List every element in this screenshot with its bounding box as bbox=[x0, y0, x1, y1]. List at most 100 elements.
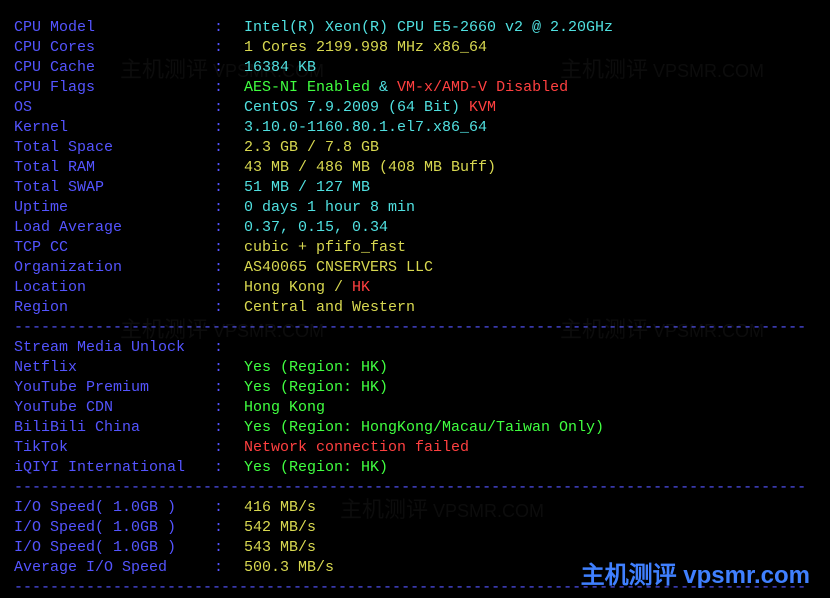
colon: : bbox=[214, 438, 244, 458]
colon: : bbox=[214, 158, 244, 178]
colon: : bbox=[214, 58, 244, 78]
info-key: TCP CC bbox=[14, 238, 214, 258]
info-row: Region: Central and Western bbox=[14, 298, 816, 318]
info-value: 0.37, 0.15, 0.34 bbox=[244, 219, 388, 236]
info-value: 500.3 MB/s bbox=[244, 559, 334, 576]
colon: : bbox=[214, 458, 244, 478]
info-value: 2.3 GB / 7.8 GB bbox=[244, 139, 379, 156]
info-value: cubic + pfifo_fast bbox=[244, 239, 406, 256]
info-row: BiliBili China: Yes (Region: HongKong/Ma… bbox=[14, 418, 816, 438]
info-key: Organization bbox=[14, 258, 214, 278]
info-row: TikTok: Network connection failed bbox=[14, 438, 816, 458]
info-row: CPU Flags: AES-NI Enabled & VM-x/AMD-V D… bbox=[14, 78, 816, 98]
info-value: Hong Kong / bbox=[244, 279, 352, 296]
info-key: Total Space bbox=[14, 138, 214, 158]
colon: : bbox=[214, 518, 244, 538]
info-key: CPU Cores bbox=[14, 38, 214, 58]
info-row: I/O Speed( 1.0GB ): 416 MB/s bbox=[14, 498, 816, 518]
info-key: Kernel bbox=[14, 118, 214, 138]
info-value: Yes (Region: HongKong/Macau/Taiwan Only) bbox=[244, 419, 604, 436]
info-row: Total RAM: 43 MB / 486 MB (408 MB Buff) bbox=[14, 158, 816, 178]
info-row: CPU Cache: 16384 KB bbox=[14, 58, 816, 78]
info-value: KVM bbox=[469, 99, 496, 116]
info-key: OS bbox=[14, 98, 214, 118]
info-key: YouTube Premium bbox=[14, 378, 214, 398]
info-row: TCP CC: cubic + pfifo_fast bbox=[14, 238, 816, 258]
section-header: Stream Media Unlock: bbox=[14, 338, 816, 358]
colon: : bbox=[214, 238, 244, 258]
info-value: 3.10.0-1160.80.1.el7.x86_64 bbox=[244, 119, 487, 136]
colon: : bbox=[214, 198, 244, 218]
colon: : bbox=[214, 378, 244, 398]
info-row: YouTube Premium: Yes (Region: HK) bbox=[14, 378, 816, 398]
colon: : bbox=[214, 118, 244, 138]
info-value: Yes (Region: HK) bbox=[244, 359, 388, 376]
info-key: I/O Speed( 1.0GB ) bbox=[14, 538, 214, 558]
info-key: Netflix bbox=[14, 358, 214, 378]
info-key: I/O Speed( 1.0GB ) bbox=[14, 518, 214, 538]
colon: : bbox=[214, 298, 244, 318]
colon: : bbox=[214, 218, 244, 238]
info-key: iQIYI International bbox=[14, 458, 214, 478]
info-key: Uptime bbox=[14, 198, 214, 218]
info-value: 16384 KB bbox=[244, 59, 316, 76]
info-row: CPU Model: Intel(R) Xeon(R) CPU E5-2660 … bbox=[14, 18, 816, 38]
info-row: Kernel: 3.10.0-1160.80.1.el7.x86_64 bbox=[14, 118, 816, 138]
info-key: Total RAM bbox=[14, 158, 214, 178]
site-logo: 主机测评 vpsmr.com bbox=[581, 566, 810, 586]
info-value: Yes (Region: HK) bbox=[244, 379, 388, 396]
separator-line: ----------------------------------------… bbox=[14, 318, 816, 338]
colon: : bbox=[214, 338, 244, 358]
info-row: OS: CentOS 7.9.2009 (64 Bit) KVM bbox=[14, 98, 816, 118]
info-value: 43 MB / 486 MB (408 MB Buff) bbox=[244, 159, 496, 176]
info-row: I/O Speed( 1.0GB ): 542 MB/s bbox=[14, 518, 816, 538]
colon: : bbox=[214, 98, 244, 118]
colon: : bbox=[214, 258, 244, 278]
info-key: CPU Cache bbox=[14, 58, 214, 78]
info-key: Region bbox=[14, 298, 214, 318]
info-value: 542 MB/s bbox=[244, 519, 316, 536]
info-value: Network connection failed bbox=[244, 439, 469, 456]
colon: : bbox=[214, 38, 244, 58]
info-value: 543 MB/s bbox=[244, 539, 316, 556]
colon: : bbox=[214, 498, 244, 518]
colon: : bbox=[214, 358, 244, 378]
info-key: Total SWAP bbox=[14, 178, 214, 198]
info-value: AS40065 CNSERVERS LLC bbox=[244, 259, 433, 276]
info-value: 51 MB / 127 MB bbox=[244, 179, 370, 196]
info-value: VM-x/AMD-V Disabled bbox=[397, 79, 568, 96]
info-row: Location: Hong Kong / HK bbox=[14, 278, 816, 298]
info-key: Average I/O Speed bbox=[14, 558, 214, 578]
info-value: 0 days 1 hour 8 min bbox=[244, 199, 415, 216]
info-key: Load Average bbox=[14, 218, 214, 238]
separator-line: ----------------------------------------… bbox=[14, 478, 816, 498]
info-row: Load Average: 0.37, 0.15, 0.34 bbox=[14, 218, 816, 238]
info-row: Total SWAP: 51 MB / 127 MB bbox=[14, 178, 816, 198]
info-value: Yes (Region: HK) bbox=[244, 459, 388, 476]
info-key: CPU Model bbox=[14, 18, 214, 38]
section-title: Stream Media Unlock bbox=[14, 338, 214, 358]
info-key: BiliBili China bbox=[14, 418, 214, 438]
info-key: CPU Flags bbox=[14, 78, 214, 98]
colon: : bbox=[214, 18, 244, 38]
info-value: AES-NI Enabled bbox=[244, 79, 370, 96]
info-value: 1 Cores 2199.998 MHz x86_64 bbox=[244, 39, 487, 56]
info-row: I/O Speed( 1.0GB ): 543 MB/s bbox=[14, 538, 816, 558]
info-value: CentOS 7.9.2009 (64 Bit) bbox=[244, 99, 469, 116]
info-value: & bbox=[370, 79, 397, 96]
info-row: CPU Cores: 1 Cores 2199.998 MHz x86_64 bbox=[14, 38, 816, 58]
colon: : bbox=[214, 418, 244, 438]
info-key: Location bbox=[14, 278, 214, 298]
info-value: Intel(R) Xeon(R) CPU E5-2660 v2 @ 2.20GH… bbox=[244, 19, 613, 36]
info-row: Netflix: Yes (Region: HK) bbox=[14, 358, 816, 378]
info-key: YouTube CDN bbox=[14, 398, 214, 418]
info-key: I/O Speed( 1.0GB ) bbox=[14, 498, 214, 518]
colon: : bbox=[214, 138, 244, 158]
info-value: HK bbox=[352, 279, 370, 296]
terminal-output: CPU Model: Intel(R) Xeon(R) CPU E5-2660 … bbox=[14, 18, 816, 598]
info-row: YouTube CDN: Hong Kong bbox=[14, 398, 816, 418]
colon: : bbox=[214, 538, 244, 558]
info-value: Hong Kong bbox=[244, 399, 325, 416]
colon: : bbox=[214, 178, 244, 198]
info-row: iQIYI International: Yes (Region: HK) bbox=[14, 458, 816, 478]
